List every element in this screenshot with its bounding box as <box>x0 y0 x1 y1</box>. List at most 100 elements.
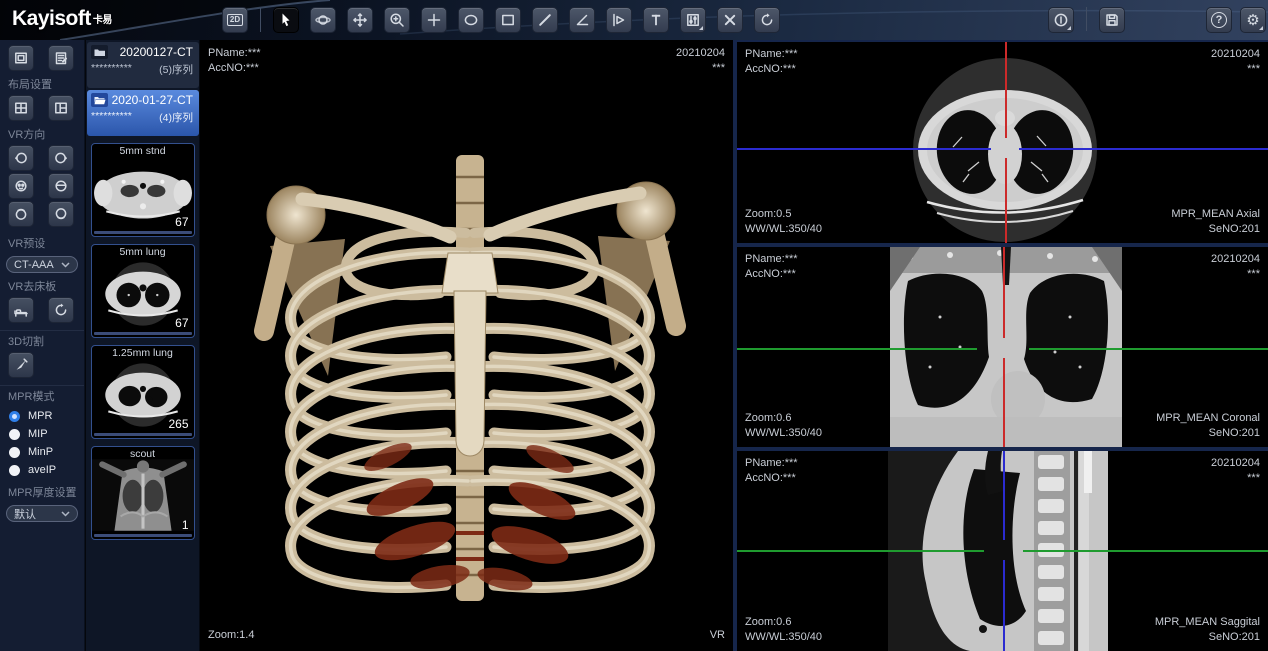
mpr-axial-viewport[interactable]: PName:*** AccNO:*** 20210204 *** Zoom:0.… <box>737 42 1268 243</box>
mpr-mode-radio-aveip[interactable]: aveIP <box>0 461 84 479</box>
split-layout-button[interactable] <box>48 95 74 121</box>
help-button[interactable]: ? <box>1206 7 1232 33</box>
wwwl-overlay: WW/WL:350/40 <box>745 630 822 645</box>
accession-overlay: AccNO:*** <box>208 61 259 76</box>
bed-reset-button[interactable] <box>48 297 74 323</box>
crosshair-red-v[interactable] <box>1003 247 1005 338</box>
series-thumbnail-5mm-lung[interactable]: 5mm lung 67 <box>91 244 195 338</box>
window-level-button[interactable] <box>680 7 706 33</box>
settings-button[interactable]: ⚙ <box>1240 7 1266 33</box>
ellipse-roi-button[interactable] <box>458 7 484 33</box>
crosshair-red-v[interactable] <box>1005 158 1007 243</box>
mpr-mode-radio-minp[interactable]: MinP <box>0 443 84 461</box>
grid-2x2-layout-button[interactable] <box>8 95 34 121</box>
pencil-measure-button[interactable] <box>532 7 558 33</box>
series-count: (5)序列 <box>159 62 193 77</box>
pan-button[interactable] <box>347 7 373 33</box>
vr-head-top-button[interactable] <box>8 201 34 227</box>
mpr-mode-overlay: MPR_MEAN Saggital <box>1155 615 1260 630</box>
study-date-overlay: 20210204 <box>1211 456 1260 471</box>
knife-cut-button[interactable] <box>8 352 34 378</box>
angle-measure-button[interactable] <box>569 7 595 33</box>
mpr-thickness-label: MPR厚度设置 <box>0 484 84 503</box>
masked-overlay: *** <box>712 61 725 76</box>
toolbar-divider <box>260 8 261 32</box>
magnifier-icon <box>389 12 405 28</box>
layout-screen-button[interactable] <box>8 45 34 71</box>
zoom-overlay: Zoom:0.6 <box>745 615 791 630</box>
left-sidebar: 布局设置 VR方向 <box>0 40 85 651</box>
report-icon <box>53 50 69 66</box>
delete-annotation-button[interactable] <box>717 7 743 33</box>
info-icon <box>1053 12 1069 28</box>
pan-icon <box>352 12 368 28</box>
vr-head-left-button[interactable] <box>8 145 34 171</box>
mpr-thickness-select[interactable]: 默认 <box>6 505 78 522</box>
mpr-mode-overlay: MPR_MEAN Axial <box>1171 207 1260 222</box>
mpr-mode-radio-mip[interactable]: MIP <box>0 425 84 443</box>
study-item-selected[interactable]: 2020-01-27-CT ********** (4)序列 <box>87 90 199 136</box>
crosshair-blue-h[interactable] <box>737 148 991 150</box>
vr-head-top-icon <box>13 206 29 222</box>
cursor-button[interactable] <box>273 7 299 33</box>
series-info-button[interactable] <box>1048 7 1074 33</box>
grid-2x2-icon <box>13 100 29 116</box>
vr-head-bottom-icon <box>53 206 69 222</box>
crosshair-blue-v[interactable] <box>1003 560 1005 651</box>
vr-face-back-button[interactable] <box>48 173 74 199</box>
vr-preset-select[interactable]: CT-AAA <box>6 256 78 273</box>
reset-icon <box>53 302 69 318</box>
series-thumbnail-scout[interactable]: scout 1 <box>91 446 195 540</box>
cursor-icon <box>278 12 294 28</box>
vr-preset-value: CT-AAA <box>14 259 54 271</box>
crosshair-blue-h[interactable] <box>1019 148 1268 150</box>
study-date-overlay: 20210204 <box>676 46 725 61</box>
vr-head-right-icon <box>53 150 69 166</box>
crosshair-green-h[interactable] <box>737 348 977 350</box>
crosshair-green-h[interactable] <box>1029 348 1268 350</box>
series-count: (4)序列 <box>159 110 193 125</box>
save-image-button[interactable] <box>1099 7 1125 33</box>
mpr-sagittal-viewport[interactable]: PName:*** AccNO:*** 20210204 *** Zoom:0.… <box>737 451 1268 651</box>
crosshair-red-v[interactable] <box>1003 358 1005 447</box>
rotate-3d-icon <box>315 12 331 28</box>
crosshair-button[interactable] <box>421 7 447 33</box>
study-date-overlay: 20210204 <box>1211 47 1260 62</box>
reset-view-button[interactable] <box>754 7 780 33</box>
mpr-mode-radio-mpr[interactable]: MPR <box>0 407 84 425</box>
crosshair-blue-v[interactable] <box>1003 451 1005 540</box>
crosshair-green-h[interactable] <box>737 550 984 552</box>
layout-2d-button[interactable]: 2D <box>222 7 248 33</box>
study-item[interactable]: 20200127-CT ********** (5)序列 <box>87 42 199 88</box>
chevron-down-icon <box>61 511 70 517</box>
x-icon <box>722 12 738 28</box>
report-button[interactable] <box>48 45 74 71</box>
vr-direction-label: VR方向 <box>0 126 84 145</box>
text-annotate-button[interactable] <box>643 7 669 33</box>
patient-name-overlay: PName:*** <box>745 252 798 267</box>
remove-bed-button[interactable] <box>8 297 34 323</box>
series-thumbnail-5mm-stnd[interactable]: 5mm stnd 67 <box>91 143 195 237</box>
layout-screen-icon <box>13 50 29 66</box>
cobb-probe-button[interactable] <box>606 7 632 33</box>
toolbar-divider <box>1086 7 1087 31</box>
vr-head-right-button[interactable] <box>48 145 74 171</box>
vr-viewport[interactable]: PName:*** AccNO:*** 20210204 *** Zoom:1.… <box>200 40 733 651</box>
zoom-overlay: Zoom:1.4 <box>208 628 254 643</box>
vr-head-bottom-button[interactable] <box>48 201 74 227</box>
reset-icon <box>759 12 775 28</box>
vr-ribcage-rendering[interactable] <box>250 140 690 612</box>
vr-face-front-icon <box>13 178 29 194</box>
crosshair-red-v[interactable] <box>1005 42 1007 138</box>
vr-preset-label: VR预设 <box>0 235 84 254</box>
series-thumbnail-125mm-lung[interactable]: 1.25mm lung 265 <box>91 345 195 439</box>
vr-face-front-button[interactable] <box>8 173 34 199</box>
scout-thumbnail-image <box>92 459 194 531</box>
rotate-3d-button[interactable] <box>310 7 336 33</box>
crosshair-green-h[interactable] <box>1023 550 1268 552</box>
patient-masked: ********** <box>91 110 132 125</box>
zoom-button[interactable] <box>384 7 410 33</box>
rect-roi-button[interactable] <box>495 7 521 33</box>
mpr-coronal-viewport[interactable]: PName:*** AccNO:*** 20210204 *** Zoom:0.… <box>737 247 1268 447</box>
series-number-overlay: SeNO:201 <box>1209 222 1260 237</box>
